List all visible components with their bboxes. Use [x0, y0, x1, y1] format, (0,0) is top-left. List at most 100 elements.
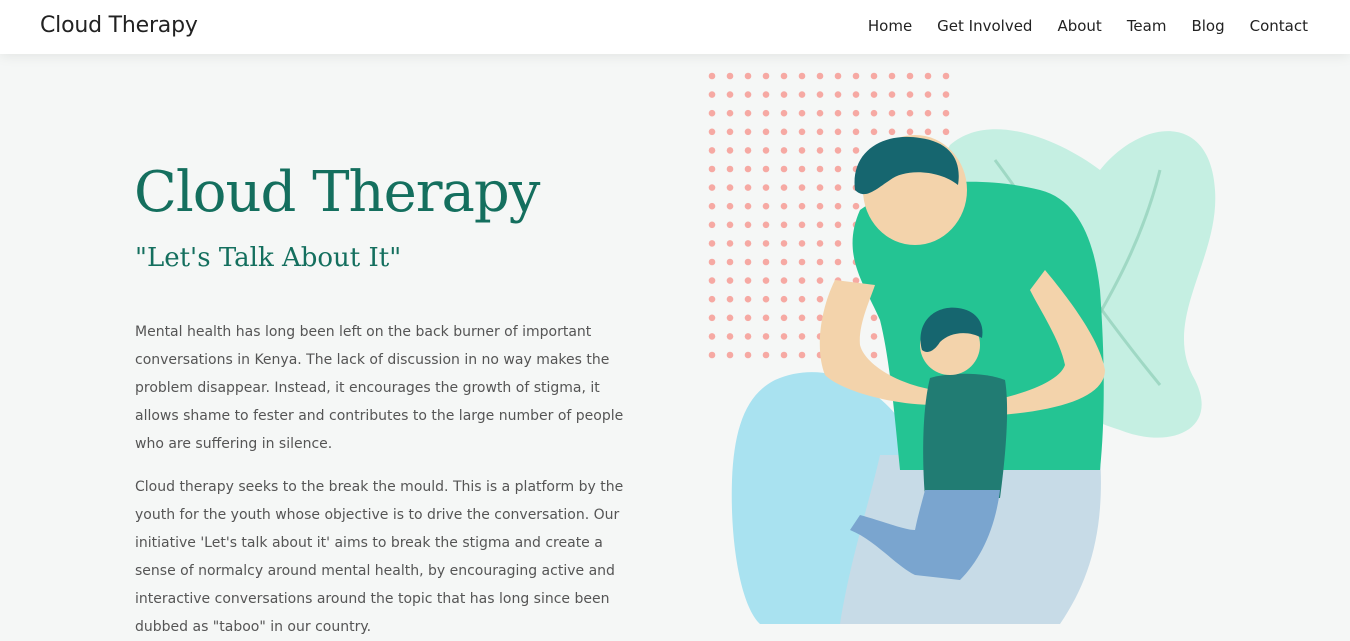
decor-dot	[852, 72, 860, 80]
decor-dot	[834, 128, 842, 136]
decor-dot	[726, 109, 734, 117]
decor-dot	[852, 128, 860, 136]
decor-dot	[708, 128, 716, 136]
nav-link-about[interactable]: About	[1057, 17, 1101, 35]
decor-dot	[816, 258, 824, 266]
decor-dot	[816, 165, 824, 173]
decor-dot	[780, 147, 788, 154]
decor-dot	[852, 91, 860, 98]
nav-link-blog[interactable]: Blog	[1191, 17, 1224, 35]
decor-dot	[816, 295, 824, 303]
decor-dot	[924, 72, 932, 80]
decor-dot	[726, 351, 734, 359]
decor-dot	[708, 91, 716, 98]
decor-dot	[870, 72, 878, 80]
decor-dot	[906, 128, 914, 136]
decor-dot	[798, 240, 806, 247]
decor-dot	[762, 109, 770, 117]
intro-paragraph: Mental health has long been left on the …	[135, 324, 624, 452]
decor-dot	[762, 184, 770, 191]
decor-dot	[906, 109, 914, 117]
decor-dot	[744, 240, 752, 247]
decor-dot	[780, 240, 788, 247]
decor-dot	[708, 202, 716, 210]
decor-dot	[762, 314, 770, 322]
decor-dot	[726, 165, 734, 173]
decor-dot	[708, 165, 716, 173]
decor-dot	[942, 91, 950, 98]
decor-dot	[744, 333, 752, 340]
decor-dot	[798, 351, 806, 359]
brand-logo[interactable]: Cloud Therapy	[40, 13, 198, 38]
decor-dot	[762, 333, 770, 340]
child-shirt	[923, 373, 1008, 498]
decor-dot	[744, 128, 752, 136]
decor-dot	[726, 221, 734, 229]
decor-dot	[798, 184, 806, 191]
decor-dot	[816, 202, 824, 210]
decor-dot	[762, 128, 770, 136]
decor-dot	[708, 277, 716, 284]
mission-paragraph: Cloud therapy seeks to the break the mou…	[135, 479, 624, 635]
decor-dot	[870, 314, 878, 322]
decor-dot	[816, 91, 824, 98]
decor-dot	[726, 333, 734, 340]
decor-dot	[924, 109, 932, 117]
decor-dot	[798, 165, 806, 173]
decor-dot	[744, 109, 752, 117]
decor-dot	[780, 109, 788, 117]
decor-dot	[906, 72, 914, 80]
decor-dot	[834, 72, 842, 80]
decor-dot	[762, 147, 770, 154]
decor-dot	[780, 351, 788, 359]
decor-dot	[798, 128, 806, 136]
decor-dot	[744, 165, 752, 173]
nav-link-team[interactable]: Team	[1127, 17, 1167, 35]
decor-dot	[816, 147, 824, 154]
decor-dot	[798, 295, 806, 303]
nav-link-home[interactable]: Home	[868, 17, 912, 35]
decor-dot	[798, 72, 806, 80]
decor-dot	[762, 91, 770, 98]
decor-dot	[708, 333, 716, 340]
decor-dot	[906, 91, 914, 98]
decor-dot	[780, 165, 788, 173]
decor-dot	[780, 91, 788, 98]
decor-dot	[834, 240, 842, 247]
nav-link-contact[interactable]: Contact	[1250, 17, 1308, 35]
decor-dot	[924, 128, 932, 136]
decor-dot	[798, 109, 806, 117]
decor-dot	[744, 351, 752, 359]
decor-dot	[942, 72, 950, 80]
decor-dot	[870, 351, 878, 359]
decor-dot	[708, 72, 716, 80]
decor-dot	[870, 333, 878, 340]
decor-dot	[870, 91, 878, 98]
decor-dot	[888, 72, 896, 80]
decor-dot	[834, 221, 842, 229]
nav-link-get-involved[interactable]: Get Involved	[937, 17, 1032, 35]
decor-dot	[762, 258, 770, 266]
decor-dot	[708, 258, 716, 266]
decor-dot	[726, 295, 734, 303]
decor-dot	[780, 333, 788, 340]
decor-dot	[816, 184, 824, 191]
decor-dot	[708, 147, 716, 154]
hero-subtitle: "Let's Talk About It"	[135, 243, 402, 273]
decor-dot	[816, 277, 824, 284]
decor-dot	[708, 351, 716, 359]
hero-illustration	[708, 72, 1216, 624]
decor-dot	[834, 165, 842, 173]
decor-dot	[744, 184, 752, 191]
decor-dot	[780, 202, 788, 210]
decor-dot	[798, 333, 806, 340]
decor-dot	[870, 109, 878, 117]
decor-dot	[780, 295, 788, 303]
decor-dot	[780, 184, 788, 191]
decor-dot	[726, 240, 734, 247]
decor-dot	[726, 314, 734, 322]
decor-dot	[726, 91, 734, 98]
navbar: Cloud Therapy Home Get Involved About Te…	[0, 0, 1350, 54]
decor-dot	[726, 258, 734, 266]
decor-dot	[780, 128, 788, 136]
